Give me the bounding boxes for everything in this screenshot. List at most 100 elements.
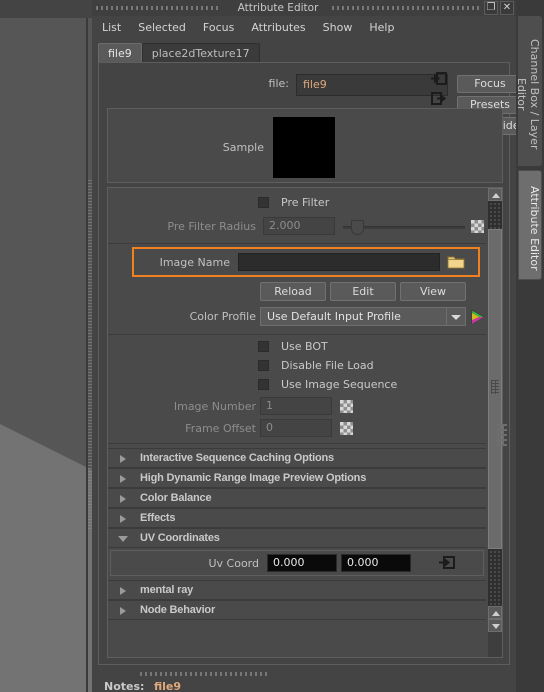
section-label: mental ray [140, 584, 194, 596]
pre-filter-radius-row: Pre Filter Radius 2.000 [108, 216, 486, 238]
frame-offset-label: Frame Offset [185, 422, 256, 435]
menu-attributes[interactable]: Attributes [251, 21, 305, 34]
use-bot-checkbox[interactable] [258, 341, 269, 352]
close-icon[interactable]: ✕ [500, 1, 514, 15]
attribute-editor-window: Attribute Editor ❐ ✕ List Selected Focus… [92, 0, 523, 692]
file-attributes-content: Pre Filter Pre Filter Radius 2.000 Image… [108, 188, 486, 657]
chevron-right-icon [120, 495, 126, 503]
uv-coord-v-input[interactable]: 0.000 [341, 554, 411, 572]
color-profile-label: Color Profile [189, 310, 256, 323]
folder-icon[interactable] [447, 254, 465, 270]
menu-show[interactable]: Show [323, 21, 353, 34]
chevron-right-icon [120, 607, 126, 615]
pre-filter-radius-slider-handle[interactable] [351, 220, 364, 235]
notes-splitter-dots[interactable] [140, 672, 270, 676]
color-profile-row: Color Profile Use Default Input Profile [108, 306, 486, 328]
image-name-input[interactable] [238, 253, 440, 271]
use-bot-row: Use BOT [108, 338, 486, 357]
attribute-content-frame: file: file9 Focus Presets Show Hide Samp… [98, 62, 523, 665]
viewport-floor [0, 424, 92, 692]
pre-filter-radius-label: Pre Filter Radius [167, 220, 256, 233]
pre-filter-radius-input: 2.000 [263, 217, 335, 235]
color-profile-icon[interactable] [470, 309, 486, 325]
uv-coord-u-input[interactable]: 0.000 [267, 554, 337, 572]
scroll-up-icon[interactable] [488, 188, 502, 201]
notes-row: Notes: file9 [104, 680, 181, 692]
scrollbar-thumb[interactable] [488, 229, 502, 549]
section-label: High Dynamic Range Image Preview Options [140, 472, 367, 484]
edit-button[interactable]: Edit [330, 282, 396, 301]
scroll-up-icon-bottom[interactable] [488, 606, 502, 619]
use-image-sequence-row: Use Image Sequence [108, 376, 486, 395]
scrollbar-track-lower[interactable] [488, 549, 502, 606]
node-name-input[interactable]: file9 [296, 74, 448, 96]
node-name-row: file: file9 Focus Presets Show Hide [99, 72, 523, 135]
chevron-right-icon [120, 455, 126, 463]
tab-file9[interactable]: file9 [98, 43, 142, 63]
attributes-vertical-scrollbar[interactable] [488, 188, 502, 657]
menu-selected[interactable]: Selected [138, 21, 186, 34]
checker-map-icon[interactable] [471, 220, 484, 233]
viewport-top-strip [0, 0, 92, 18]
connect-input-icon[interactable] [431, 72, 447, 86]
scrollbar-track-upper[interactable] [488, 201, 502, 229]
section-color-balance[interactable]: Color Balance [108, 488, 486, 508]
vtab-attribute-editor[interactable]: Attribute Editor [518, 170, 542, 280]
disable-file-load-label: Disable File Load [281, 359, 374, 372]
titlebar-drag-dots-left[interactable] [96, 6, 221, 10]
divider [108, 443, 486, 444]
section-label: Interactive Sequence Caching Options [140, 452, 334, 464]
section-label: Node Behavior [140, 604, 216, 616]
titlebar-drag-dots-right[interactable] [332, 6, 482, 10]
node-tab-strip: file9 place2dTexture17 [98, 42, 510, 63]
chevron-right-icon [120, 515, 126, 523]
divider [108, 243, 486, 244]
focus-button[interactable]: Focus [457, 75, 523, 93]
color-profile-dropdown-button[interactable] [446, 308, 464, 325]
menu-list[interactable]: List [102, 21, 121, 34]
section-label: UV Coordinates [140, 532, 220, 544]
image-number-input: 1 [260, 397, 332, 415]
pre-filter-label: Pre Filter [281, 196, 330, 209]
uv-coord-row: Uv Coord 0.000 0.000 [110, 550, 484, 576]
connect-output-icon[interactable] [439, 556, 455, 570]
reload-button[interactable]: Reload [260, 282, 326, 301]
tab-place2dtexture17[interactable]: place2dTexture17 [141, 43, 260, 63]
section-interactive-sequence-caching-options[interactable]: Interactive Sequence Caching Options [108, 448, 486, 468]
pre-filter-row: Pre Filter [108, 194, 486, 214]
notes-label: Notes: [104, 680, 145, 692]
section-node-behavior[interactable]: Node Behavior [108, 600, 486, 620]
scroll-down-icon[interactable] [488, 619, 502, 632]
image-name-highlight-box: Image Name [132, 247, 480, 277]
frame-offset-input: 0 [260, 419, 332, 437]
window-titlebar: Attribute Editor ❐ ✕ [92, 0, 516, 16]
pre-filter-checkbox[interactable] [258, 197, 269, 208]
restore-icon[interactable]: ❐ [484, 1, 498, 15]
sample-swatch[interactable] [273, 117, 335, 178]
notes-value: file9 [153, 680, 181, 692]
color-profile-select[interactable]: Use Default Input Profile [260, 307, 466, 326]
sample-group: Sample [107, 108, 503, 183]
use-bot-label: Use BOT [281, 340, 328, 353]
disable-file-load-checkbox[interactable] [258, 360, 269, 371]
section-uv-coordinates[interactable]: UV Coordinates [108, 528, 486, 548]
vtab-channel-box-layer-editor[interactable]: Channel Box / Layer Editor [515, 16, 542, 166]
disable-file-load-row: Disable File Load [108, 357, 486, 376]
view-button[interactable]: View [400, 282, 466, 301]
node-type-label: file: [268, 77, 289, 90]
section-high-dynamic-range-image-preview-options[interactable]: High Dynamic Range Image Preview Options [108, 468, 486, 488]
menu-help[interactable]: Help [369, 21, 394, 34]
pane-resize-grip[interactable] [497, 424, 507, 446]
use-image-sequence-checkbox[interactable] [258, 379, 269, 390]
checker-map-icon[interactable] [340, 400, 353, 413]
window-title: Attribute Editor [237, 2, 319, 14]
chevron-right-icon [120, 475, 126, 483]
section-mental-ray[interactable]: mental ray [108, 580, 486, 600]
connect-output-icon[interactable] [431, 92, 447, 106]
checker-map-icon[interactable] [340, 422, 353, 435]
section-effects[interactable]: Effects [108, 508, 486, 528]
image-number-row: Image Number 1 [108, 396, 486, 418]
file-attributes-scroll-pane: Pre Filter Pre Filter Radius 2.000 Image… [107, 187, 503, 658]
sample-label: Sample [222, 141, 264, 154]
menu-focus[interactable]: Focus [203, 21, 234, 34]
